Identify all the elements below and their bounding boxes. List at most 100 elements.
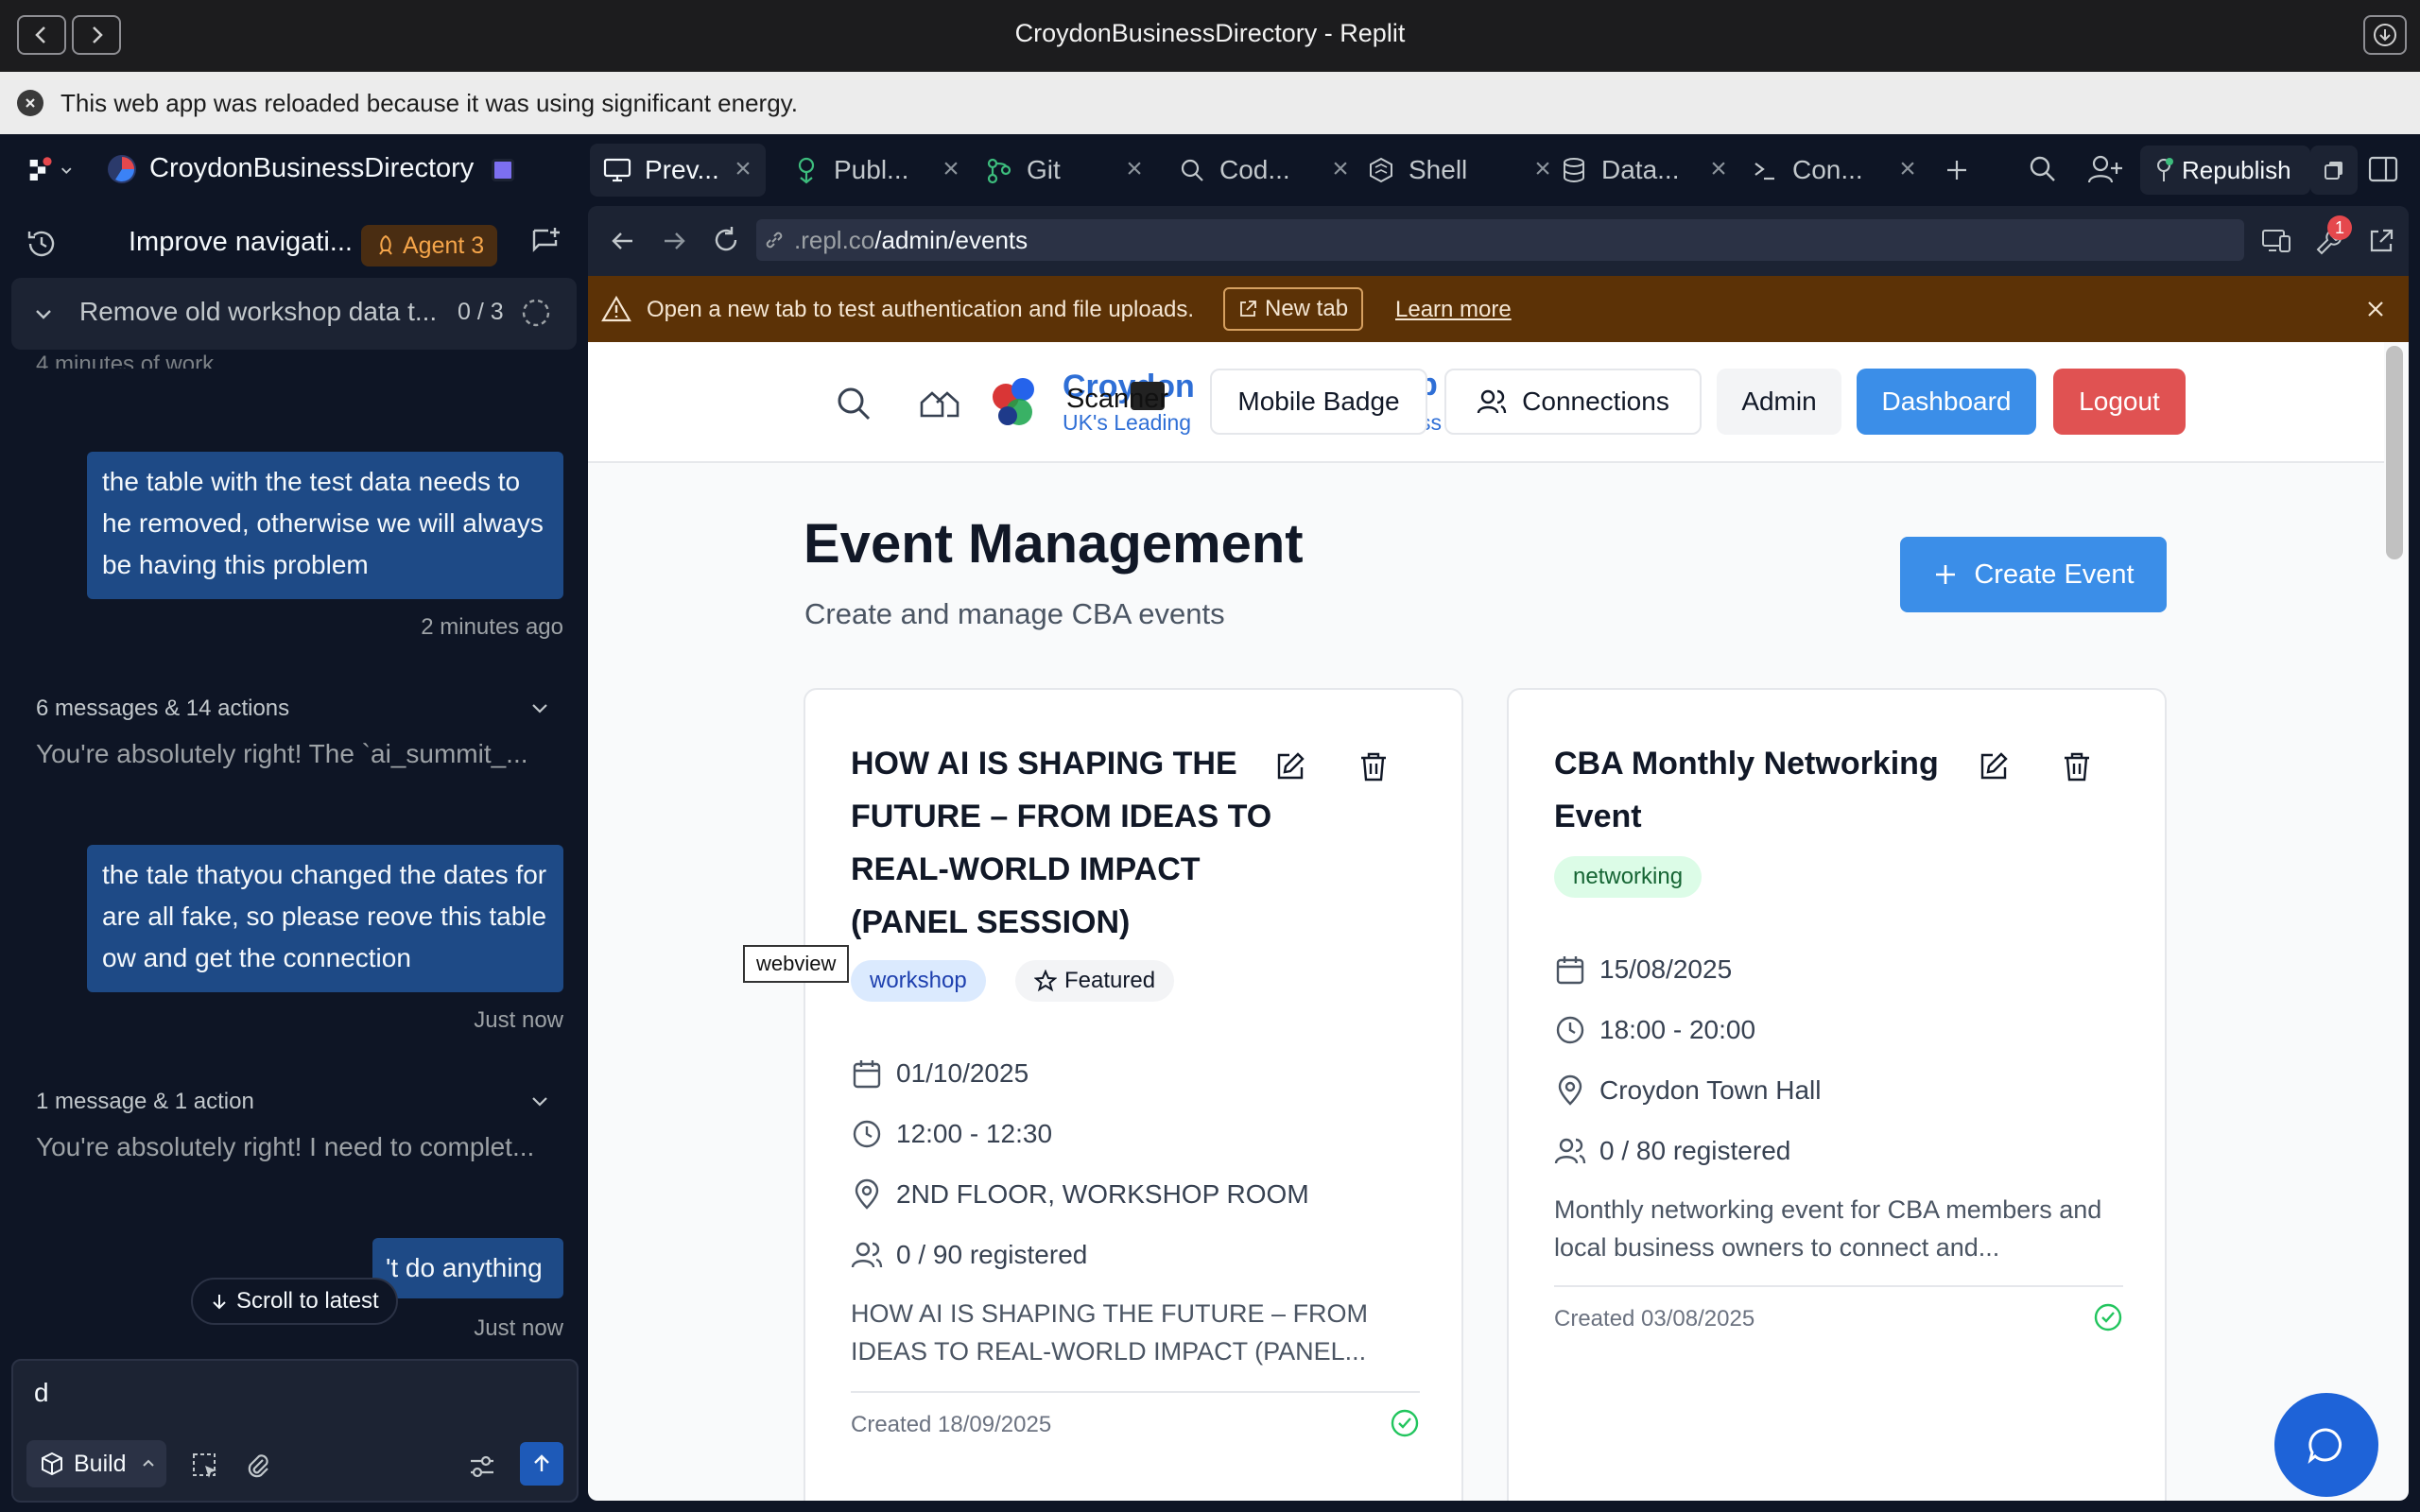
new-tab-button[interactable]: New tab bbox=[1223, 287, 1364, 331]
trash-icon[interactable] bbox=[2061, 750, 2093, 782]
scroll-to-latest-button[interactable]: Scroll to latest bbox=[191, 1278, 398, 1325]
agent-input[interactable]: d bbox=[34, 1378, 49, 1408]
tab-database[interactable]: Data... × bbox=[1558, 144, 1727, 197]
mode-selector[interactable]: Build bbox=[26, 1440, 166, 1487]
event-title: HOW AI IS SHAPING THE FUTURE – FROM IDEA… bbox=[851, 746, 1272, 940]
close-tab-icon[interactable]: × bbox=[1530, 155, 1556, 183]
task-progress-card[interactable]: Remove old workshop data t... 0 / 3 bbox=[11, 278, 577, 350]
reload-notice-bar: This web app was reloaded because it was… bbox=[0, 72, 2420, 134]
nav-scanner[interactable]: Scanner bbox=[1066, 384, 1168, 415]
replit-menu-button[interactable] bbox=[26, 153, 74, 187]
chevron-down-icon bbox=[532, 704, 547, 713]
project-name[interactable]: CroydonBusinessDirectory bbox=[149, 153, 474, 184]
nav-dashboard[interactable]: Dashboard bbox=[1857, 369, 2036, 435]
tab-code-search[interactable]: Cod... × bbox=[1176, 144, 1349, 197]
users-icon bbox=[1477, 389, 1507, 414]
project-avatar-icon bbox=[106, 153, 140, 187]
action-summary-title[interactable]: 1 message & 1 action bbox=[36, 1089, 254, 1115]
select-element-icon[interactable] bbox=[191, 1452, 219, 1480]
new-tab-button[interactable] bbox=[1940, 153, 1974, 187]
work-duration-partial: 4 minutes of work bbox=[36, 352, 215, 369]
user-message: the table with the test data needs to he… bbox=[87, 452, 563, 599]
devices-icon[interactable] bbox=[2261, 227, 2291, 255]
close-tab-icon[interactable]: × bbox=[938, 155, 964, 183]
close-tab-icon[interactable]: × bbox=[1705, 155, 1732, 183]
republish-button[interactable]: Republish bbox=[2140, 146, 2310, 195]
new-chat-button[interactable] bbox=[529, 225, 567, 263]
event-location: Croydon Town Hall bbox=[1599, 1075, 1822, 1105]
create-event-button[interactable]: Create Event bbox=[1900, 537, 2167, 612]
chevron-down-icon bbox=[60, 167, 71, 175]
copy-icon bbox=[2325, 162, 2342, 180]
close-tab-icon[interactable]: × bbox=[730, 155, 756, 183]
chat-icon bbox=[2308, 1428, 2342, 1464]
page-scrollbar[interactable] bbox=[2386, 346, 2403, 559]
url-host: .repl.co bbox=[794, 226, 875, 254]
tab-label: Git bbox=[1027, 155, 1061, 184]
users-icon bbox=[851, 1242, 883, 1268]
action-summary-title[interactable]: 6 messages & 14 actions bbox=[36, 696, 289, 722]
download-button[interactable] bbox=[2363, 15, 2407, 55]
history-button[interactable] bbox=[25, 227, 62, 265]
nav-logout[interactable]: Logout bbox=[2053, 369, 2186, 435]
close-tab-icon[interactable]: × bbox=[1327, 155, 1354, 183]
invite-button[interactable] bbox=[2087, 153, 2125, 187]
learn-more-link[interactable]: Learn more bbox=[1395, 297, 1512, 323]
tab-console[interactable]: Con... × bbox=[1749, 144, 1916, 197]
edit-icon[interactable] bbox=[1274, 750, 1306, 782]
message-time: Just now bbox=[474, 1315, 563, 1341]
preview-url-field[interactable]: .repl.co/admin/events bbox=[756, 219, 2244, 261]
search-icon[interactable] bbox=[834, 384, 873, 423]
close-tab-icon[interactable]: × bbox=[1894, 155, 1921, 183]
republish-options-button[interactable] bbox=[2310, 146, 2358, 195]
close-tab-icon[interactable]: × bbox=[1121, 155, 1148, 183]
send-button[interactable] bbox=[520, 1442, 563, 1486]
event-location-row: Croydon Town Hall bbox=[1554, 1072, 1822, 1109]
open-external-icon[interactable] bbox=[2367, 227, 2395, 255]
tab-preview[interactable]: Prev... × bbox=[590, 144, 766, 197]
user-message: the tale thatyou changed the dates for a… bbox=[87, 845, 563, 992]
event-created: Created 18/09/2025 bbox=[851, 1412, 1052, 1437]
action-summary-text: You're absolutely right! I need to compl… bbox=[36, 1132, 535, 1161]
global-search-button[interactable] bbox=[2027, 153, 2061, 187]
toggle-sidebar-button[interactable] bbox=[2367, 153, 2401, 187]
nav-connections[interactable]: Connections bbox=[1444, 369, 1702, 435]
reload-icon[interactable] bbox=[711, 225, 741, 255]
plus-icon bbox=[1936, 565, 1956, 584]
agent-version-badge[interactable]: Agent 3 bbox=[361, 225, 498, 266]
task-title: Remove old workshop data t... bbox=[79, 297, 438, 326]
event-created: Created 03/08/2025 bbox=[1554, 1306, 1755, 1332]
nav-mobile-badge[interactable]: Mobile Badge bbox=[1210, 369, 1427, 435]
close-notice-button[interactable] bbox=[17, 90, 43, 116]
tab-git[interactable]: Git × bbox=[983, 144, 1143, 197]
close-icon[interactable] bbox=[2365, 299, 2386, 319]
home-icon[interactable] bbox=[919, 386, 960, 420]
trash-icon[interactable] bbox=[1357, 750, 1390, 782]
thread-title: Improve navigati... bbox=[129, 227, 353, 257]
agent-badge-label: Agent 3 bbox=[403, 232, 485, 259]
event-registered: 0 / 90 registered bbox=[896, 1240, 1088, 1269]
event-date: 01/10/2025 bbox=[896, 1058, 1029, 1088]
event-tag: networking bbox=[1554, 856, 1703, 898]
tab-label: Con... bbox=[1792, 155, 1863, 184]
page-title: Event Management bbox=[804, 513, 1304, 575]
croydon-logo-icon[interactable] bbox=[985, 369, 1051, 435]
event-date: 15/08/2025 bbox=[1599, 954, 1733, 984]
tab-shell[interactable]: Shell × bbox=[1365, 144, 1551, 197]
url-path: /admin/events bbox=[874, 226, 1028, 254]
console-icon bbox=[1749, 154, 1781, 186]
event-registered-row: 0 / 80 registered bbox=[1554, 1132, 1790, 1170]
arrow-right-icon[interactable] bbox=[660, 227, 688, 255]
edit-icon[interactable] bbox=[1978, 750, 2010, 782]
nav-admin[interactable]: Admin bbox=[1717, 369, 1841, 435]
tab-publishing[interactable]: Publ... × bbox=[790, 144, 959, 197]
new-tab-label: New tab bbox=[1265, 296, 1349, 321]
republish-icon bbox=[2157, 158, 2173, 181]
arrow-left-icon[interactable] bbox=[609, 227, 637, 255]
action-summary-text: You're absolutely right! The `ai_summit_… bbox=[36, 739, 528, 768]
attach-icon[interactable] bbox=[244, 1452, 272, 1480]
support-chat-button[interactable] bbox=[2274, 1393, 2378, 1497]
settings-sliders-icon[interactable] bbox=[467, 1452, 497, 1482]
search-icon bbox=[2030, 156, 2055, 181]
mode-label: Build bbox=[74, 1450, 127, 1477]
